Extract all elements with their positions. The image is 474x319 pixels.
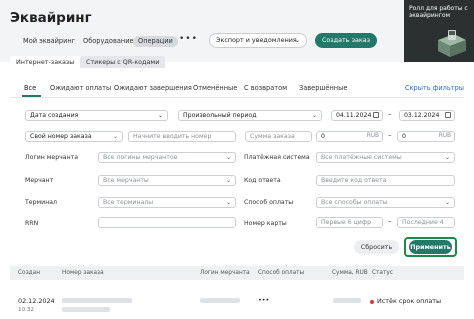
status-tab-refunded[interactable]: С возвратом bbox=[244, 84, 287, 92]
reset-filters-button[interactable]: Сбросить bbox=[354, 240, 399, 254]
status-tab-awaiting-completion[interactable]: Ожидают завершения bbox=[114, 84, 192, 92]
chevron-down-icon: ⌄ bbox=[157, 112, 163, 119]
period-value: Произвольный период bbox=[183, 112, 257, 119]
terminal-select[interactable]: Все терминалы ⌄ bbox=[98, 197, 236, 208]
apply-filters-button[interactable]: Применить bbox=[409, 240, 452, 254]
more-horizontal-icon[interactable]: ••• bbox=[179, 34, 198, 44]
card-last-digits-input[interactable]: Последние 4 bbox=[397, 217, 455, 228]
amount-from-input[interactable]: 0 RUB bbox=[316, 131, 383, 142]
subtab-qr-stickers[interactable]: Стикеры с QR-кодами bbox=[80, 56, 166, 68]
merchant-login-label: Логин мерчанта bbox=[25, 154, 79, 161]
payment-method-value: Все способы оплаты bbox=[321, 199, 388, 206]
row-payment-method: ••• bbox=[258, 296, 270, 304]
merchant-login-select[interactable]: Все логины мерчантов ⌄ bbox=[98, 152, 236, 163]
amount-redacted bbox=[333, 298, 361, 303]
date-from-value: 04.11.2024 bbox=[336, 112, 372, 119]
range-dash: – bbox=[388, 217, 392, 225]
promo-text: Ролл для работы с эквайрингом bbox=[409, 5, 468, 19]
payment-method-label: Способ оплаты bbox=[244, 199, 294, 206]
tab-my-acquiring[interactable]: Мой эквайринг bbox=[18, 36, 80, 47]
calendar-icon[interactable] bbox=[445, 112, 451, 118]
rrn-label: RRN bbox=[25, 220, 39, 227]
tab-equipment[interactable]: Оборудование bbox=[78, 36, 139, 47]
currency-label: RUB bbox=[438, 133, 451, 139]
terminal-label: Терминал bbox=[25, 199, 57, 206]
amount-to-value: 0 bbox=[402, 133, 406, 140]
column-payment-method[interactable]: Способ оплаты bbox=[258, 270, 304, 276]
row-date: 02.12.2024 bbox=[18, 297, 55, 305]
active-tab-indicator bbox=[22, 95, 41, 97]
tab-operations[interactable]: Операции bbox=[133, 36, 178, 47]
calendar-icon[interactable] bbox=[373, 112, 379, 118]
terminal-box-illustration bbox=[438, 30, 466, 57]
chevron-down-icon: ⌄ bbox=[112, 133, 118, 140]
order-number-type-select[interactable]: Свой номер заказа ⌄ bbox=[25, 131, 123, 142]
status-tab-completed[interactable]: Завершённые bbox=[299, 84, 347, 92]
status-tab-cancelled[interactable]: Отменённые bbox=[193, 84, 237, 92]
response-code-input[interactable]: Введите код ответа bbox=[316, 175, 455, 186]
export-label: Экспорт и уведомления bbox=[216, 36, 297, 44]
merchant-login-redacted bbox=[200, 298, 240, 303]
table-header: Создан Номер заказа Логин мерчанта Спосо… bbox=[10, 266, 464, 280]
chevron-down-icon: ⌄ bbox=[294, 37, 300, 44]
chevron-down-icon: ⌄ bbox=[311, 112, 317, 119]
chevron-down-icon: ⌄ bbox=[225, 199, 231, 206]
subtab-internet-orders[interactable]: Интернет-заказы bbox=[10, 56, 81, 68]
row-time: 10:32 bbox=[18, 307, 35, 313]
merchant-select[interactable]: Все мерчанты ⌄ bbox=[98, 175, 236, 186]
amount-to-input[interactable]: 0 RUB bbox=[397, 131, 455, 142]
column-order-number[interactable]: Номер заказа bbox=[62, 270, 104, 276]
order-number-redacted bbox=[62, 298, 132, 303]
chevron-down-icon: ⌄ bbox=[225, 154, 231, 161]
date-type-value: Дата создания bbox=[30, 112, 79, 119]
export-notifications-dropdown[interactable]: Экспорт и уведомления ⌄ bbox=[209, 33, 307, 48]
chevron-down-icon: ⌄ bbox=[444, 199, 450, 206]
payment-system-label: Платёжная система bbox=[244, 154, 310, 161]
column-merchant-login[interactable]: Логин мерчанта bbox=[200, 270, 250, 276]
date-type-select[interactable]: Дата создания ⌄ bbox=[25, 110, 168, 121]
chevron-down-icon: ⌄ bbox=[444, 154, 450, 161]
merchant-label: Мерчант bbox=[25, 177, 54, 184]
payment-system-value: Все платёжные системы bbox=[321, 154, 402, 161]
response-code-label: Код ответа bbox=[244, 177, 281, 184]
range-dash: – bbox=[388, 110, 392, 118]
period-select[interactable]: Произвольный период ⌄ bbox=[178, 110, 322, 121]
payment-method-select[interactable]: Все способы оплаты ⌄ bbox=[316, 197, 455, 208]
hide-filters-link[interactable]: Скрыть фильтры bbox=[405, 84, 464, 92]
merchant-value: Все мерчанты bbox=[103, 177, 149, 184]
apply-button-highlight: Применить bbox=[404, 237, 457, 257]
order-number-type-value: Свой номер заказа bbox=[30, 133, 92, 140]
create-order-button[interactable]: Создать заказ bbox=[315, 33, 377, 48]
card-number-label: Номер карты bbox=[244, 220, 287, 227]
chevron-down-icon: ⌄ bbox=[225, 177, 231, 184]
date-to-value: 03.12.2024 bbox=[404, 112, 440, 119]
amount-type-input[interactable]: Сумма заказа bbox=[245, 131, 312, 142]
rrn-input[interactable] bbox=[98, 217, 236, 228]
card-first-digits-input[interactable]: Первые 6 цифр bbox=[316, 217, 383, 228]
order-number-redacted bbox=[62, 307, 110, 312]
status-tab-awaiting-payment[interactable]: Ожидают оплаты bbox=[50, 84, 111, 92]
column-amount[interactable]: Сумма, RUB bbox=[332, 270, 368, 276]
range-dash: – bbox=[388, 131, 392, 139]
date-to-input[interactable]: 03.12.2024 bbox=[399, 110, 455, 121]
promo-banner[interactable]: Ролл для работы с эквайрингом bbox=[404, 0, 474, 62]
status-tabs: Все Ожидают оплаты Ожидают завершения От… bbox=[10, 80, 464, 98]
status-error-dot bbox=[370, 300, 374, 304]
column-created[interactable]: Создан bbox=[18, 270, 40, 276]
amount-from-value: 0 bbox=[321, 133, 325, 140]
order-number-input[interactable]: Начните вводить номер bbox=[128, 131, 236, 142]
status-tab-all[interactable]: Все bbox=[24, 84, 36, 92]
row-status: Истёк срок оплаты bbox=[377, 297, 442, 305]
page-title: Эквайринг bbox=[10, 10, 92, 26]
payment-system-select[interactable]: Все платёжные системы ⌄ bbox=[316, 152, 455, 163]
terminal-value: Все терминалы bbox=[103, 199, 154, 206]
merchant-login-value: Все логины мерчантов bbox=[103, 154, 178, 161]
currency-label: RUB bbox=[366, 133, 379, 139]
date-from-input[interactable]: 04.11.2024 bbox=[331, 110, 383, 121]
column-status[interactable]: Статус bbox=[372, 270, 393, 276]
